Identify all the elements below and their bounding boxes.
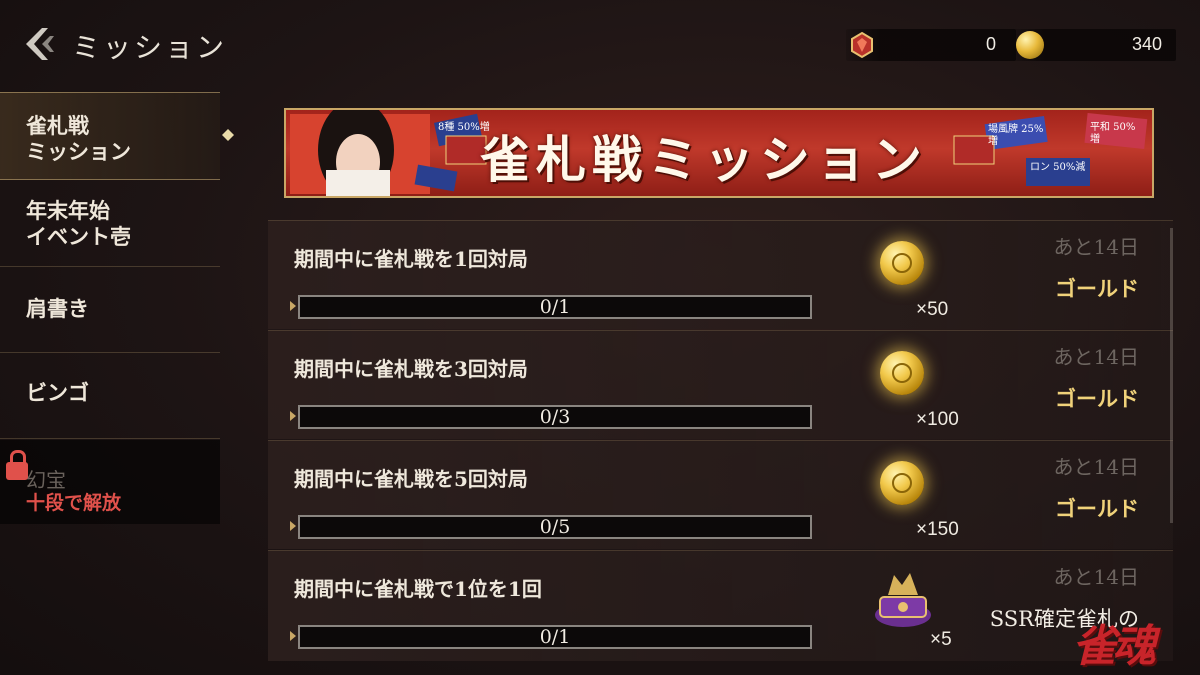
progress-text: 0/3	[539, 406, 571, 428]
back-arrow-icon	[26, 28, 54, 60]
sidebar-item-new-year-event[interactable]: 年末年始 イベント壱	[0, 180, 220, 267]
scrollbar[interactable]	[1170, 228, 1173, 523]
mission-row[interactable]: 期間中に雀札戦で1位を1回 0/1 ×5 あと14日 SSR確定雀札の	[268, 550, 1173, 661]
reward-quantity: ×5	[930, 629, 952, 650]
progress-arrow-icon	[290, 301, 296, 311]
reward-quantity: ×50	[916, 299, 949, 320]
gem-value: 0	[985, 34, 996, 54]
banner-tag: 平和 50%増	[1090, 122, 1136, 145]
progress-text: 0/1	[539, 626, 571, 648]
sidebar-item-label: 雀札戦 ミッション	[26, 113, 131, 164]
progress-text: 0/1	[539, 296, 571, 318]
sidebar-item-treasure-locked[interactable]: 幻宝 十段で解放	[0, 440, 220, 524]
reward-name: ゴールド	[1055, 496, 1139, 521]
mission-title: 期間中に雀札戦を1回対局	[294, 247, 528, 271]
gold-coin-icon	[880, 241, 924, 285]
coin-counter: 340	[1012, 29, 1176, 61]
selected-diamond-icon	[222, 129, 234, 141]
progress-arrow-icon	[290, 411, 296, 421]
reward-name: ゴールド	[1055, 386, 1139, 411]
sidebar-item-label: 肩書き	[26, 296, 89, 321]
sidebar-item-mahjong-battle[interactable]: 雀札戦 ミッション	[0, 92, 234, 180]
banner-tag: 場風牌 25%増	[988, 124, 1044, 147]
banner-tag: ロン 50%減	[1030, 162, 1086, 173]
mission-title: 期間中に雀札戦を5回対局	[294, 467, 528, 491]
mission-title: 期間中に雀札戦を3回対局	[294, 357, 528, 381]
sidebar-item-label: 年末年始 イベント壱	[26, 198, 131, 249]
treasure-chest-icon	[875, 573, 931, 627]
banner-title: 雀札戦ミッション	[480, 130, 928, 189]
progress-arrow-icon	[290, 631, 296, 641]
sidebar-item-bingo[interactable]: ビンゴ	[0, 354, 220, 439]
progress-arrow-icon	[290, 521, 296, 531]
remaining-days: あと14日	[1053, 455, 1139, 479]
progress-text: 0/5	[539, 516, 571, 538]
gem-icon	[851, 31, 873, 59]
mission-title: 期間中に雀札戦で1位を1回	[294, 577, 542, 601]
remaining-days: あと14日	[1053, 345, 1139, 369]
mission-row[interactable]: 期間中に雀札戦を5回対局 0/5 ×150 あと14日 ゴールド	[268, 440, 1173, 549]
page-title: ミッション	[72, 31, 228, 64]
game-logo-watermark: 雀魂	[1072, 621, 1156, 672]
gem-counter: 0	[846, 29, 1016, 61]
mission-row[interactable]: 期間中に雀札戦を1回対局 0/1 ×50 あと14日 ゴールド	[268, 220, 1173, 329]
sidebar-item-titles[interactable]: 肩書き	[0, 268, 220, 353]
event-banner: 8種 50%増 場風牌 25%増 平和 50%増 ロン 50%減 雀札戦ミッショ…	[284, 108, 1154, 198]
remaining-days: あと14日	[1053, 565, 1139, 589]
gold-coin-icon	[880, 461, 924, 505]
sidebar-item-label: ビンゴ	[26, 380, 89, 405]
mission-row[interactable]: 期間中に雀札戦を3回対局 0/3 ×100 あと14日 ゴールド	[268, 330, 1173, 439]
reward-quantity: ×150	[916, 519, 959, 540]
back-button[interactable]	[22, 24, 62, 64]
reward-name: ゴールド	[1055, 276, 1139, 301]
gold-coin-icon	[1016, 31, 1044, 59]
unlock-requirement-text: 十段で解放	[26, 492, 122, 514]
coin-value: 340	[1131, 34, 1162, 54]
reward-quantity: ×100	[916, 409, 959, 430]
remaining-days: あと14日	[1053, 235, 1139, 259]
gold-coin-icon	[880, 351, 924, 395]
